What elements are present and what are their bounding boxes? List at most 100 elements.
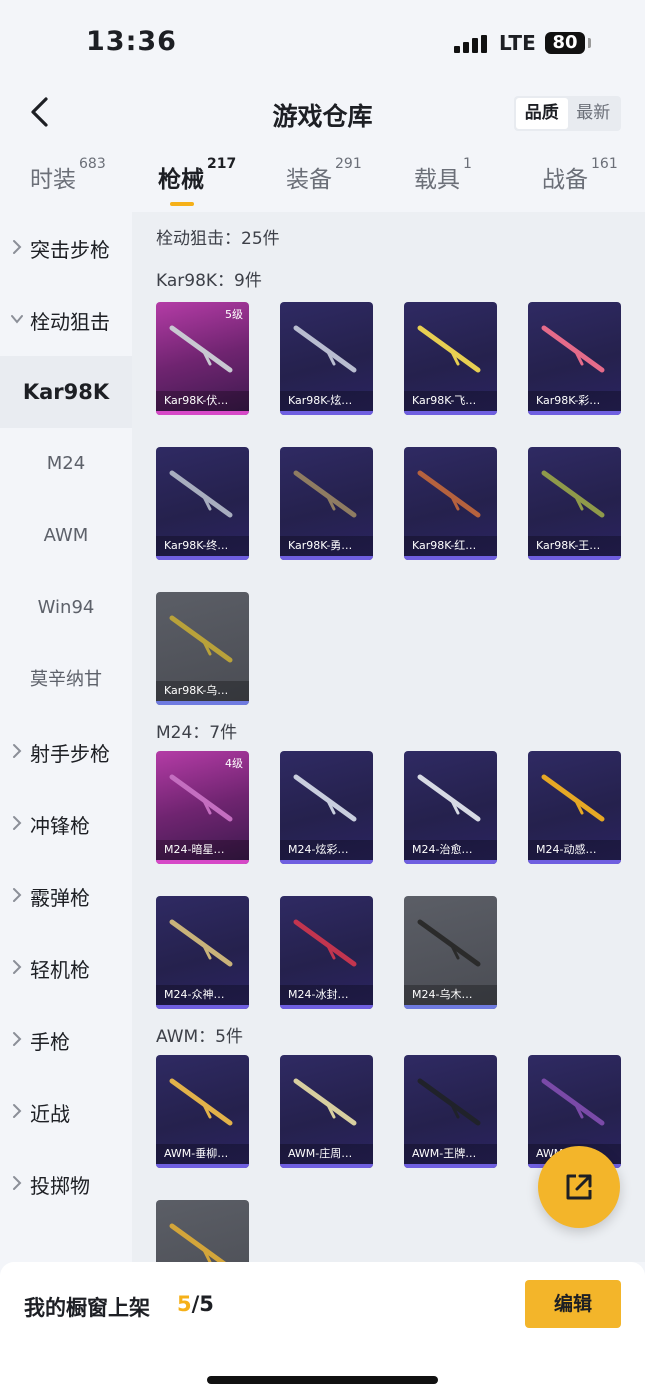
sidebar-item-marksman[interactable]: 射手步枪 — [0, 716, 132, 788]
rifle-icon — [293, 325, 357, 373]
chevron-right-icon — [13, 888, 22, 902]
item-card[interactable]: AWM-庄周… — [280, 1055, 373, 1168]
chevron-right-icon — [13, 744, 22, 758]
sidebar-item-assault-rifles[interactable]: 突击步枪 — [0, 212, 132, 284]
sidebar-sub-mosin[interactable]: 莫辛纳甘 — [0, 644, 132, 716]
rarity-bar — [404, 1005, 497, 1009]
item-card[interactable]: Kar98K-彩… — [528, 302, 621, 415]
sidebar-item-lmg[interactable]: 轻机枪 — [0, 932, 132, 1004]
item-name: M24-动感… — [528, 840, 621, 860]
tab-active-indicator — [170, 202, 194, 206]
item-card[interactable]: Kar98K-乌… — [156, 592, 249, 705]
category-heading: 栓动狙击：25件 — [156, 229, 280, 249]
item-card[interactable]: Kar98K-勇… — [280, 447, 373, 560]
item-card[interactable]: Kar98K-炫… — [280, 302, 373, 415]
sidebar-item-shotgun[interactable]: 霰弹枪 — [0, 860, 132, 932]
rarity-bar — [156, 1005, 249, 1009]
level-badge: 5级 — [225, 308, 243, 321]
category-tabs: 时装683 枪械217 装备291 载具1 战备161 — [0, 156, 645, 210]
item-card[interactable]: AWM-王牌… — [404, 1055, 497, 1168]
item-name: Kar98K-彩… — [528, 391, 621, 411]
item-card[interactable]: Kar98K-飞… — [404, 302, 497, 415]
item-name: M24-众神… — [156, 985, 249, 1005]
item-name: Kar98K-终… — [156, 536, 249, 556]
chevron-right-icon — [13, 1104, 22, 1118]
rifle-icon — [169, 919, 233, 967]
tab-supplies[interactable]: 战备161 — [542, 156, 618, 194]
sidebar-item-smg[interactable]: 冲锋枪 — [0, 788, 132, 860]
status-bar: 13:36 LTE 80 — [0, 0, 645, 90]
sidebar-sub-m24[interactable]: M24 — [0, 428, 132, 500]
rarity-bar — [280, 1164, 373, 1168]
item-card[interactable]: M24-冰封… — [280, 896, 373, 1009]
chevron-right-icon — [13, 1032, 22, 1046]
sidebar-item-throwables[interactable]: 投掷物 — [0, 1148, 132, 1220]
rifle-icon — [169, 615, 233, 663]
rifle-icon — [417, 1078, 481, 1126]
share-fab-button[interactable] — [538, 1146, 620, 1228]
item-name: M24-暗星… — [156, 840, 249, 860]
rifle-icon — [293, 919, 357, 967]
sort-quality-button[interactable]: 品质 — [516, 98, 568, 129]
rifle-icon — [293, 774, 357, 822]
rarity-bar — [528, 860, 621, 864]
rarity-bar — [156, 860, 249, 864]
item-card[interactable]: M24-动感… — [528, 751, 621, 864]
sort-toggle: 品质 最新 — [514, 96, 621, 131]
tab-fashion[interactable]: 时装683 — [30, 156, 106, 194]
rarity-bar — [280, 556, 373, 560]
item-card[interactable]: M24-乌木… — [404, 896, 497, 1009]
showcase-bar: 我的橱窗上架 5/5 编辑 — [0, 1262, 645, 1398]
rifle-icon — [541, 774, 605, 822]
item-name: M24-治愈… — [404, 840, 497, 860]
rarity-bar — [280, 411, 373, 415]
chevron-down-icon — [11, 315, 23, 324]
rifle-icon — [417, 325, 481, 373]
sidebar-item-pistol[interactable]: 手枪 — [0, 1004, 132, 1076]
item-name: Kar98K-伏… — [156, 391, 249, 411]
rifle-icon — [169, 774, 233, 822]
level-badge: 4级 — [225, 757, 243, 770]
sidebar-sub-kar98k[interactable]: Kar98K — [0, 356, 132, 428]
rifle-icon — [541, 325, 605, 373]
tab-firearms[interactable]: 枪械217 — [158, 156, 236, 194]
chevron-right-icon — [13, 960, 22, 974]
network-type: LTE — [499, 31, 536, 55]
rarity-bar — [156, 1164, 249, 1168]
rifle-icon — [417, 919, 481, 967]
item-card[interactable] — [156, 1200, 249, 1262]
status-time: 13:36 — [86, 26, 177, 57]
rarity-bar — [280, 860, 373, 864]
item-card[interactable]: AWM-垂柳… — [156, 1055, 249, 1168]
sidebar-sub-awm[interactable]: AWM — [0, 500, 132, 572]
item-card[interactable]: 4级 M24-暗星… — [156, 751, 249, 864]
item-name: Kar98K-炫… — [280, 391, 373, 411]
item-name: Kar98K-红… — [404, 536, 497, 556]
item-card[interactable]: 5级 Kar98K-伏… — [156, 302, 249, 415]
item-card[interactable]: M24-治愈… — [404, 751, 497, 864]
rarity-bar — [404, 860, 497, 864]
sort-latest-button[interactable]: 最新 — [568, 98, 620, 129]
edit-button[interactable]: 编辑 — [525, 1280, 621, 1328]
section-heading-awm: AWM：5件 — [156, 1027, 243, 1047]
rifle-icon — [293, 470, 357, 518]
tab-equipment[interactable]: 装备291 — [286, 156, 362, 194]
item-card[interactable]: Kar98K-王… — [528, 447, 621, 560]
item-name: AWM-王牌… — [404, 1144, 497, 1164]
item-card[interactable]: M24-众神… — [156, 896, 249, 1009]
rifle-icon — [169, 470, 233, 518]
sidebar-sub-win94[interactable]: Win94 — [0, 572, 132, 644]
sidebar-item-melee[interactable]: 近战 — [0, 1076, 132, 1148]
rifle-icon — [169, 1078, 233, 1126]
tab-vehicles[interactable]: 载具1 — [414, 156, 472, 194]
item-card[interactable]: M24-炫彩… — [280, 751, 373, 864]
item-card[interactable]: Kar98K-红… — [404, 447, 497, 560]
share-icon — [566, 1174, 592, 1200]
section-heading-m24: M24：7件 — [156, 723, 238, 743]
item-card[interactable]: Kar98K-终… — [156, 447, 249, 560]
rarity-bar — [528, 556, 621, 560]
sidebar-item-bolt-action[interactable]: 栓动狙击 — [0, 284, 132, 356]
showcase-label: 我的橱窗上架 — [24, 1296, 150, 1320]
signal-icon — [454, 35, 488, 53]
rarity-bar — [156, 556, 249, 560]
